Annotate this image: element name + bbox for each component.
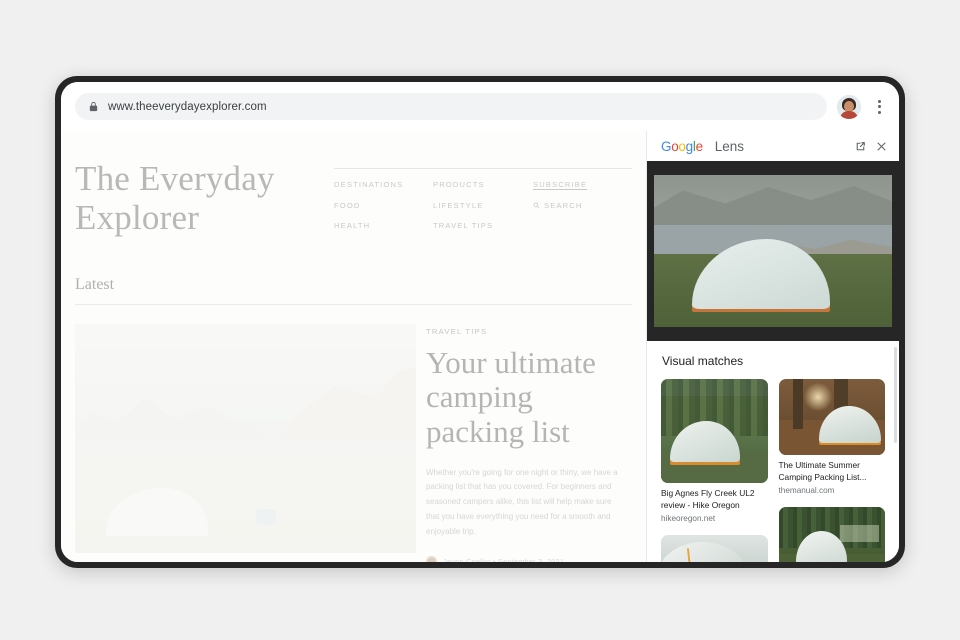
match-thumbnail-2[interactable] (778, 379, 885, 455)
match-title-2[interactable]: The Ultimate Summer Camping Packing List… (779, 460, 886, 484)
match-domain-2: themanual.com (778, 485, 835, 495)
match-title-1[interactable]: Big Agnes Fly Creek UL2 review - Hike Or… (661, 488, 768, 512)
page-title: The Everyday Explorer (75, 159, 334, 242)
visual-matches-grid: Big Agnes Fly Creek UL2 review - Hike Or… (647, 379, 899, 562)
match-card-1[interactable]: Big Agnes Fly Creek UL2 review - Hike Or… (661, 379, 768, 523)
lens-results-scroll[interactable]: Visual matches Big Agnes Fly Creek UL2 r… (647, 341, 899, 562)
article-description: Whether you're going for one night or th… (426, 467, 618, 536)
user-avatar[interactable] (837, 94, 861, 119)
featured-article-image[interactable] (75, 323, 416, 553)
nav-item-destinations[interactable]: DESTINATIONS (334, 180, 433, 189)
lens-header: Google Lens (647, 131, 899, 161)
lens-hero-region[interactable] (647, 161, 899, 341)
browser-toolbar: www.theeverydayexplorer.com (61, 82, 899, 131)
match-thumbnail-4[interactable] (778, 506, 885, 562)
site-header: The Everyday Explorer DESTINATIONS FOOD … (75, 131, 632, 242)
close-icon[interactable] (875, 140, 888, 153)
nav-column-3: SUBSCRIBE SEARCH (533, 168, 632, 242)
latest-heading: Latest (75, 275, 115, 293)
search-icon (533, 202, 540, 208)
nav-item-food[interactable]: FOOD (334, 201, 433, 210)
nav-item-travel-tips[interactable]: TRAVEL TIPS (433, 221, 533, 230)
match-column-left: Big Agnes Fly Creek UL2 review - Hike Or… (661, 379, 768, 562)
visual-matches-heading: Visual matches (662, 354, 744, 368)
url-text: www.theeverydayexplorer.com (108, 100, 267, 113)
article-byline-text: Jevon Coelho • September 3, 2021 (443, 556, 565, 562)
nav-item-subscribe[interactable]: SUBSCRIBE (533, 180, 632, 189)
match-thumbnail-3[interactable] (661, 534, 768, 562)
google-logo: Google (661, 138, 703, 154)
author-avatar (426, 555, 437, 562)
match-thumbnail-1[interactable] (661, 379, 768, 483)
three-dot-menu-icon[interactable] (871, 99, 887, 114)
nav-column-1: DESTINATIONS FOOD HEALTH (334, 168, 433, 242)
nav-column-2: PRODUCTS LIFESTYLE TRAVEL TIPS (433, 168, 533, 242)
device-screen: www.theeverydayexplorer.com The Everyday… (61, 82, 899, 562)
lock-icon (89, 101, 98, 112)
match-domain-1: hikeoregon.net (661, 513, 716, 523)
article-category[interactable]: TRAVEL TIPS (426, 327, 632, 336)
lens-scrollbar[interactable] (894, 347, 897, 443)
article-byline: Jevon Coelho • September 3, 2021 (426, 555, 632, 562)
divider (75, 303, 632, 305)
article-title[interactable]: Your ultimate camping packing list (426, 345, 632, 450)
featured-article[interactable]: TRAVEL TIPS Your ultimate camping packin… (75, 323, 632, 562)
match-card-4[interactable] (778, 506, 885, 562)
address-bar[interactable]: www.theeverydayexplorer.com (75, 93, 827, 120)
match-card-3[interactable] (661, 534, 768, 562)
nav-item-health[interactable]: HEALTH (334, 221, 433, 230)
site-navigation: DESTINATIONS FOOD HEALTH PRODUCTS LIFEST… (334, 159, 632, 242)
match-card-2[interactable]: The Ultimate Summer Camping Packing List… (778, 379, 886, 495)
nav-item-lifestyle[interactable]: LIFESTYLE (433, 201, 533, 210)
nav-item-products[interactable]: PRODUCTS (433, 180, 533, 189)
nav-item-search-label: SEARCH (544, 200, 583, 210)
device-frame: www.theeverydayexplorer.com The Everyday… (55, 76, 905, 568)
match-column-right: The Ultimate Summer Camping Packing List… (778, 379, 886, 562)
latest-section: Latest (75, 276, 632, 305)
lens-product-label: Lens (714, 138, 745, 154)
brand-line-2: Explorer (75, 198, 200, 238)
external-link-icon[interactable] (854, 140, 867, 153)
lens-captured-image[interactable] (654, 175, 892, 327)
google-lens-panel: Google Lens Visual matches Big Agnes Fly… (646, 131, 899, 562)
content-area: The Everyday Explorer DESTINATIONS FOOD … (61, 131, 899, 562)
brand-line-1: The Everyday (75, 159, 275, 198)
nav-item-search[interactable]: SEARCH (533, 201, 632, 210)
website-pane: The Everyday Explorer DESTINATIONS FOOD … (61, 131, 646, 562)
featured-article-text: TRAVEL TIPS Your ultimate camping packin… (426, 324, 632, 562)
